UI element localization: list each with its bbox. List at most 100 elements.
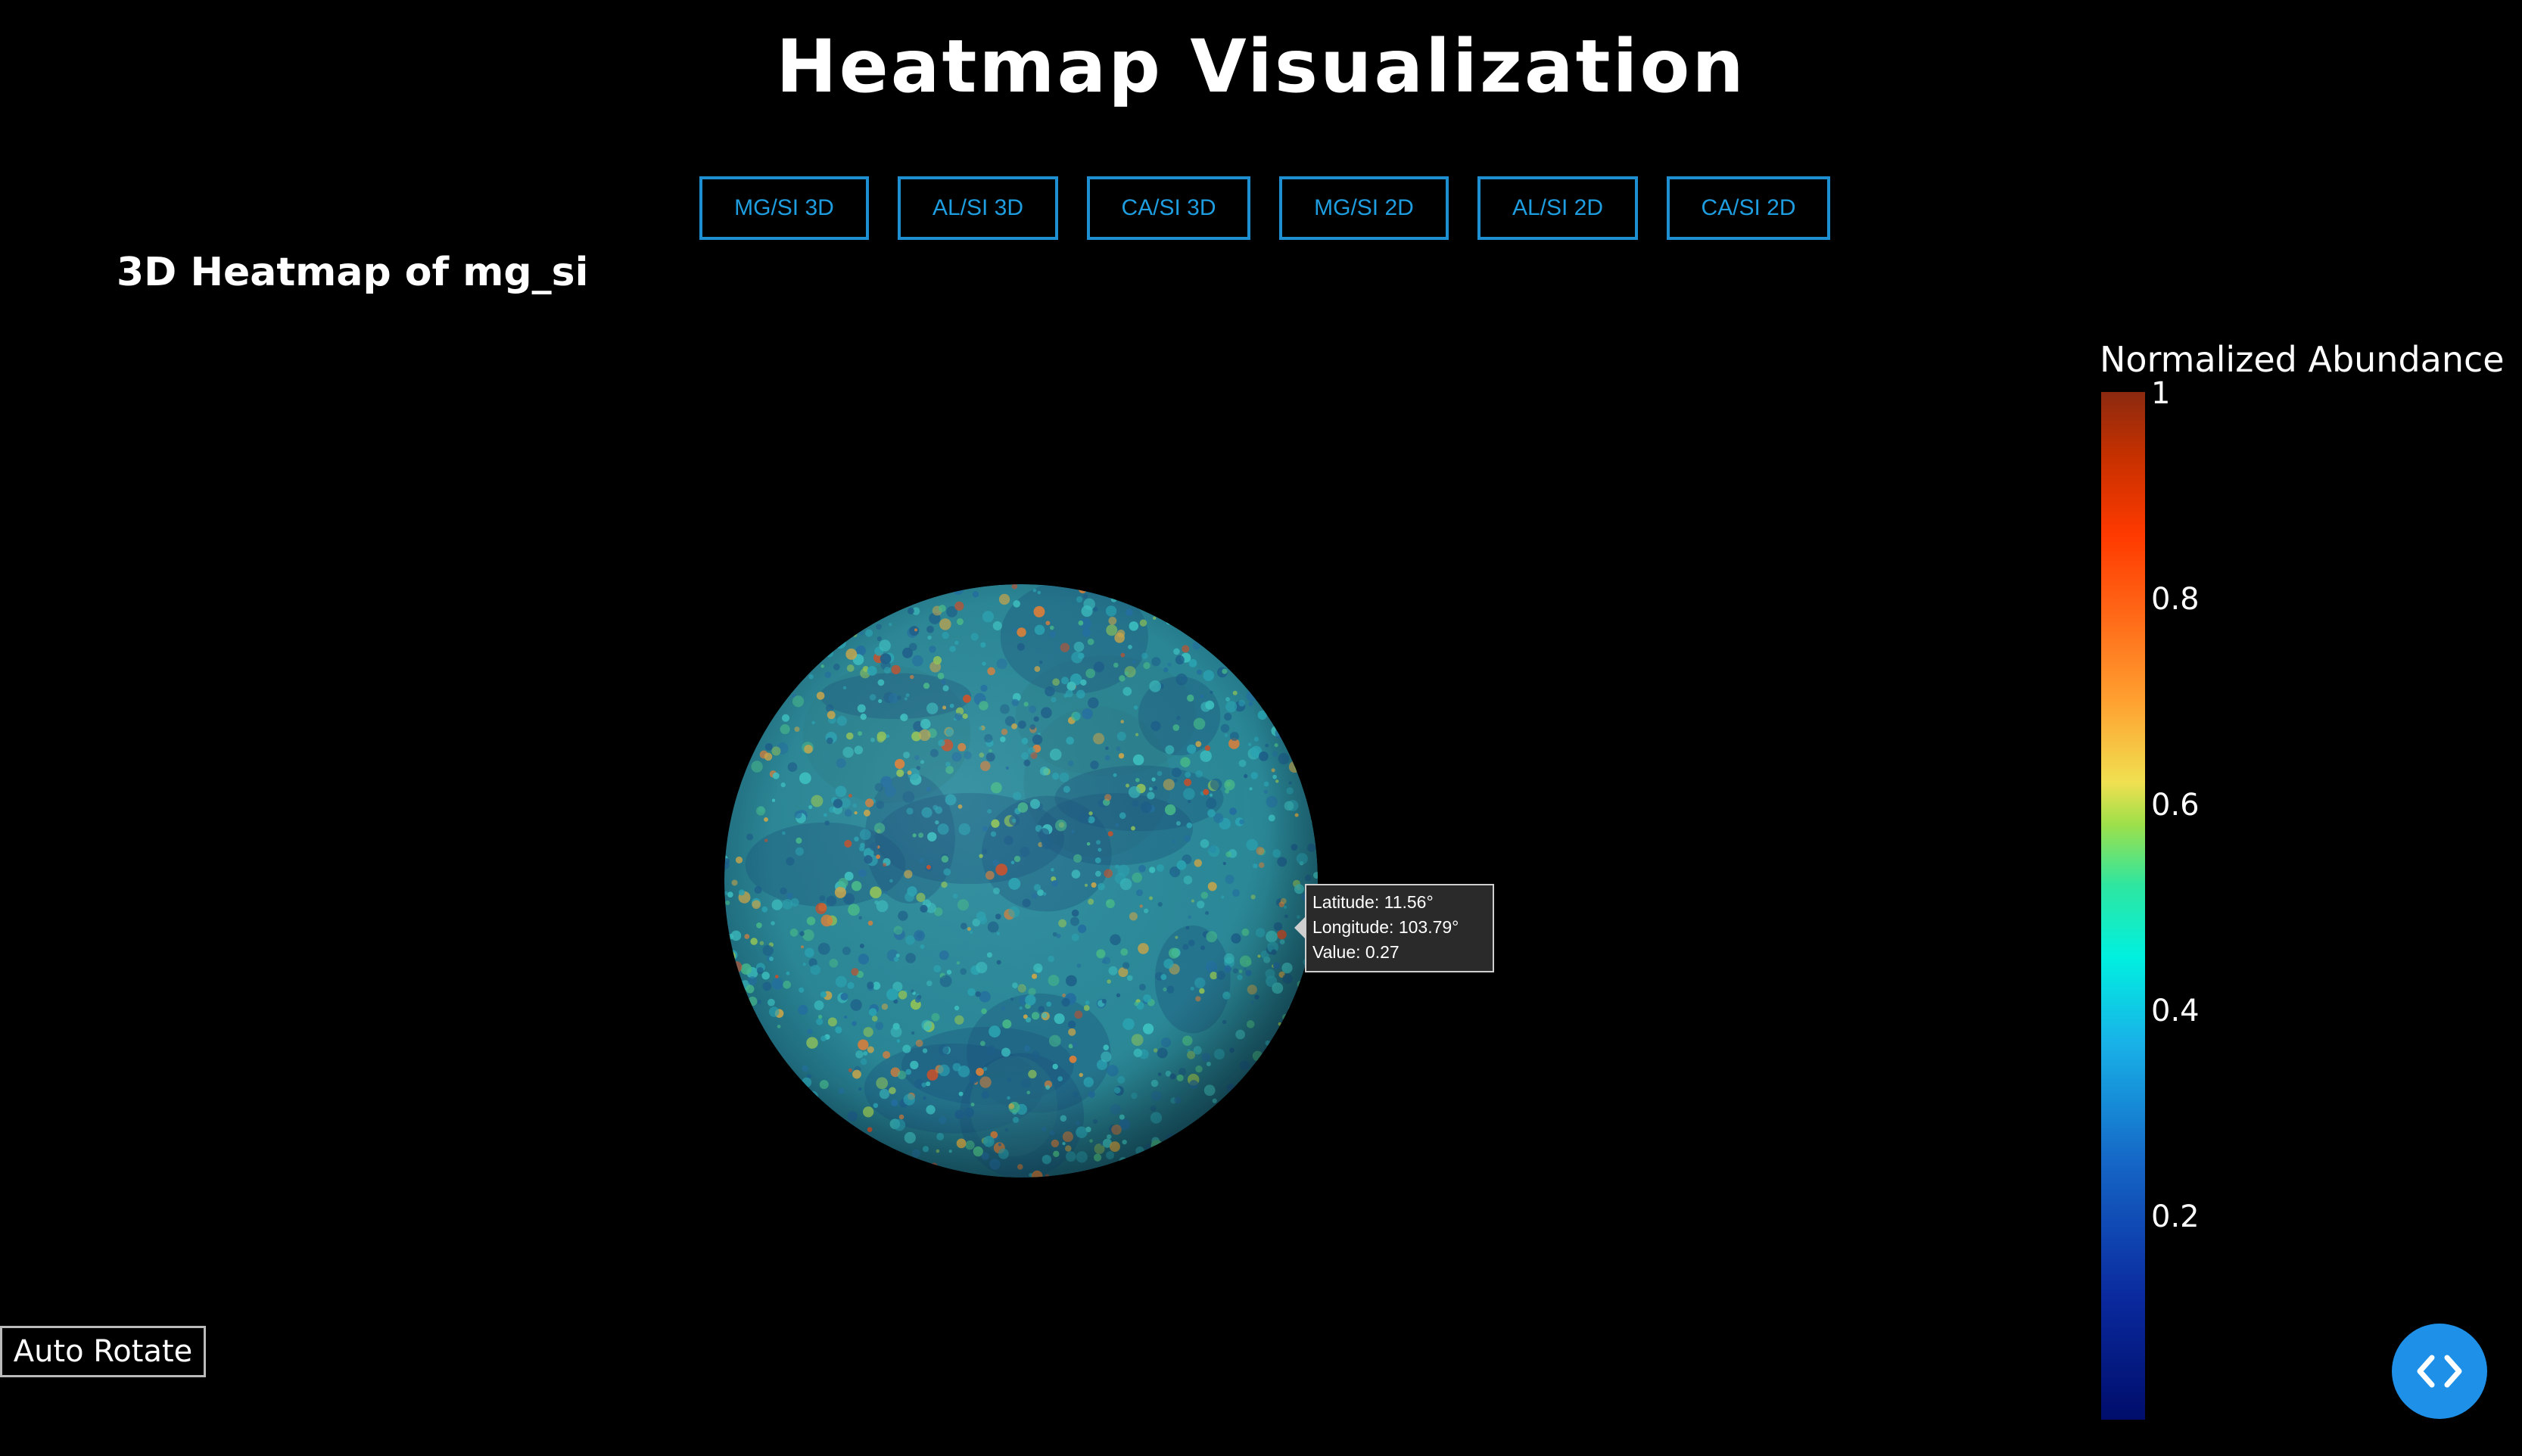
heatmap-cell: [748, 674, 759, 686]
heatmap-cell: [775, 1086, 782, 1093]
heatmap-cell: [1144, 596, 1150, 602]
mg-si-3d-button[interactable]: MG/SI 3D: [699, 176, 869, 240]
heatmap-cell: [766, 1090, 771, 1095]
heatmap-cell: [834, 1152, 844, 1161]
heatmap-cell: [1227, 610, 1232, 614]
colorbar-tick-1: 1: [2151, 376, 2171, 411]
heatmap-cell: [724, 639, 733, 651]
heatmap-cell: [752, 1041, 760, 1050]
heatmap-cell: [1226, 621, 1238, 633]
heatmap-cell: [1250, 1112, 1259, 1121]
heatmap-cell: [849, 608, 858, 617]
heatmap-cell: [1238, 1136, 1249, 1146]
heatmap-globe[interactable]: [724, 584, 1318, 1178]
heatmap-cell: [724, 712, 730, 721]
heatmap-cell: [1215, 633, 1227, 645]
heatmap-cell: [1170, 1140, 1178, 1149]
heatmap-cell: [1133, 1165, 1142, 1173]
heatmap-cell: [1290, 664, 1300, 674]
heatmap-cell: [834, 1155, 839, 1159]
heatmap-cell: [1217, 630, 1222, 635]
heatmap-cell: [746, 1100, 749, 1104]
heatmap-cell: [889, 1156, 901, 1168]
heatmap-cell: [1243, 615, 1254, 627]
heatmap-cell: [731, 652, 743, 664]
heatmap-cell: [1155, 584, 1165, 591]
heatmap-cell: [1283, 616, 1292, 624]
ca-si-3d-button[interactable]: CA/SI 3D: [1087, 176, 1250, 240]
heatmap-cell: [1266, 1146, 1278, 1158]
heatmap-cell: [739, 654, 749, 664]
heatmap-cell: [1216, 1136, 1222, 1142]
heatmap-cell: [1272, 624, 1283, 635]
heatmap-cell: [728, 717, 733, 721]
auto-rotate-button[interactable]: Auto Rotate: [0, 1326, 206, 1377]
heatmap-cell: [1295, 1081, 1304, 1090]
heatmap-cell: [1291, 1129, 1300, 1138]
heatmap-cell: [1276, 1037, 1289, 1050]
heatmap-cell: [780, 659, 784, 664]
heatmap-cell: [788, 1100, 795, 1106]
heatmap-cell: [746, 1122, 755, 1130]
heatmap-cell: [1297, 1052, 1306, 1060]
heatmap-cell: [1229, 1109, 1241, 1121]
heatmap-cell: [1301, 725, 1312, 736]
heatmap-cell: [1303, 584, 1314, 593]
heatmap-cell: [1214, 1152, 1218, 1156]
heatmap-cell: [1209, 1122, 1216, 1131]
heatmap-cell: [1238, 1118, 1246, 1125]
heatmap-cell: [788, 1088, 793, 1094]
heatmap-cell: [1278, 1161, 1283, 1165]
colorbar-gradient: [2101, 392, 2145, 1420]
page-title: Heatmap Visualization: [776, 24, 1746, 109]
heatmap-cell: [1282, 643, 1291, 652]
heatmap-cell: [793, 1129, 799, 1134]
heatmap-cell: [777, 611, 784, 619]
heatmap-cell: [1309, 637, 1314, 642]
heatmap-cell: [1301, 1136, 1307, 1142]
ca-si-2d-button[interactable]: CA/SI 2D: [1667, 176, 1830, 240]
tooltip-value: Value: 0.27: [1312, 942, 1400, 962]
heatmap-cell: [724, 950, 730, 955]
heatmap-cell: [1263, 602, 1273, 612]
heatmap-cell: [823, 1114, 830, 1120]
heatmap-cell: [1249, 670, 1256, 677]
heatmap-cell: [1191, 599, 1198, 605]
heatmap-cell: [746, 1006, 755, 1016]
heatmap-cell: [1278, 1045, 1282, 1050]
heatmap-cell: [1234, 1102, 1241, 1109]
colorbar-title: Normalized Abundance: [2100, 339, 2505, 380]
heatmap-cell: [1305, 749, 1309, 754]
heatmap-cell: [886, 600, 896, 610]
heatmap-cell: [1228, 607, 1241, 620]
heatmap-cell: [1303, 1006, 1312, 1016]
heatmap-cell: [791, 653, 802, 664]
heatmap-cell: [806, 590, 816, 599]
heatmap-cell: [1275, 1081, 1281, 1087]
heatmap-cell: [1177, 595, 1185, 603]
heatmap-cell: [755, 1091, 762, 1098]
heatmap-cell: [771, 646, 782, 658]
code-toggle-button[interactable]: [2392, 1324, 2487, 1419]
heatmap-cell: [875, 596, 885, 605]
heatmap-cell: [1264, 633, 1272, 642]
heatmap-cell: [1250, 672, 1254, 677]
heatmap-cell: [1294, 731, 1305, 742]
heatmap-cell: [1288, 676, 1300, 687]
heatmap-cell: [1305, 1102, 1316, 1113]
heatmap-cell: [1163, 604, 1169, 611]
view-button-group: MG/SI 3D AL/SI 3D CA/SI 3D MG/SI 2D AL/S…: [699, 176, 1830, 240]
heatmap-cell: [770, 1119, 780, 1130]
heatmap-cell: [833, 594, 840, 602]
heatmap-cell: [780, 1163, 786, 1168]
heatmap-cell: [789, 586, 799, 596]
heatmap-cell: [1258, 1069, 1266, 1077]
heatmap-cell: [1278, 708, 1290, 720]
mg-si-2d-button[interactable]: MG/SI 2D: [1279, 176, 1449, 240]
heatmap-cell: [729, 649, 740, 661]
al-si-2d-button[interactable]: AL/SI 2D: [1477, 176, 1638, 240]
heatmap-cell: [1287, 718, 1298, 729]
heatmap-cell: [1290, 1126, 1295, 1131]
heatmap-cell: [1294, 669, 1306, 681]
al-si-3d-button[interactable]: AL/SI 3D: [898, 176, 1058, 240]
